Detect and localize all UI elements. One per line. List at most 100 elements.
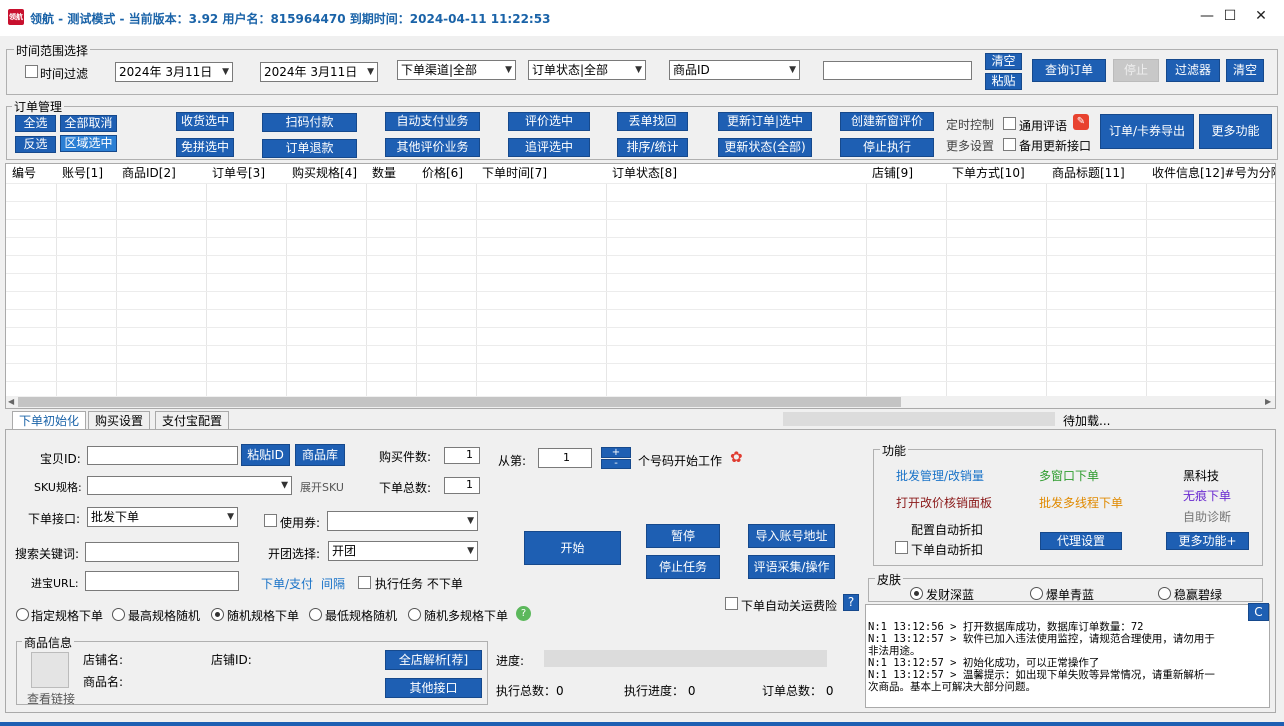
review-selected-button[interactable]: 评价选中 (508, 112, 590, 131)
column-header-shop[interactable]: 店铺[9] (866, 164, 946, 183)
from-input[interactable]: 1 (538, 448, 592, 468)
log-output[interactable]: N:1 13:12:56 > 打开数据库成功，数据库订单数量：72 N:1 13… (865, 604, 1270, 708)
start-date-picker[interactable]: 2024年 3月11日 ▼ (115, 62, 233, 82)
decrement-button[interactable]: - (601, 459, 631, 469)
filter-button[interactable]: 过滤器 (1166, 59, 1220, 82)
paste-button[interactable]: 粘贴 (985, 73, 1022, 90)
group-select[interactable]: 开团 ▼ (328, 541, 478, 561)
column-header-spec[interactable]: 购买规格[4] (286, 164, 366, 183)
export-orders-button[interactable]: 订单/卡券导出 (1100, 114, 1194, 149)
select-all-button[interactable]: 全选 (15, 115, 56, 132)
product-field-select[interactable]: 商品ID ▼ (669, 60, 800, 80)
url-input[interactable] (85, 571, 239, 591)
pause-button[interactable]: 暂停 (646, 524, 720, 548)
order-status-select[interactable]: 订单状态|全部 ▼ (528, 60, 646, 80)
column-header-shipping-info[interactable]: 收件信息[12]#号为分隔 (1146, 164, 1275, 183)
column-header-quantity[interactable]: 数量 (366, 164, 416, 183)
paste-id-button[interactable]: 粘贴ID (241, 444, 290, 466)
skin-radio-1[interactable] (1030, 587, 1043, 600)
qty-input[interactable]: 1 (444, 447, 480, 464)
skip-group-button[interactable]: 免拼选中 (176, 138, 234, 157)
other-review-button[interactable]: 其他评价业务 (385, 138, 480, 157)
tab-order-init[interactable]: 下单初始化 (12, 411, 87, 430)
column-header-product-title[interactable]: 商品标题[11] (1046, 164, 1146, 183)
gear-icon[interactable]: ✿ (730, 449, 743, 465)
sort-stats-button[interactable]: 排序/统计 (617, 138, 688, 157)
region-select-button[interactable]: 区域选中 (60, 135, 117, 152)
tab-alipay-config[interactable]: 支付宝配置 (155, 411, 230, 430)
column-header-order-no[interactable]: 订单号[3] (206, 164, 286, 183)
mode-radio-3[interactable] (309, 608, 322, 621)
question-icon[interactable]: ? (516, 606, 531, 621)
time-filter-checkbox[interactable] (25, 65, 38, 78)
more-functions-button[interactable]: 更多功能 (1199, 114, 1272, 149)
stop-query-button[interactable]: 停止 (1113, 59, 1159, 82)
stop-task-button[interactable]: 停止任务 (646, 555, 720, 579)
stop-execution-button[interactable]: 停止执行 (840, 138, 934, 157)
order-pay-link[interactable]: 下单/支付 (261, 575, 313, 592)
item-id-input[interactable] (87, 446, 238, 465)
edit-icon[interactable]: ✎ (1073, 114, 1089, 130)
price-panel-link[interactable]: 打开改价核销面板 (896, 494, 992, 511)
multithread-order-link[interactable]: 批发多线程下单 (1039, 494, 1123, 511)
search-input[interactable] (823, 61, 972, 80)
horizontal-scrollbar[interactable]: ◀ ▶ (6, 396, 1275, 408)
auto-close-insurance-checkbox[interactable] (725, 597, 738, 610)
channel-select[interactable]: 下单渠道|全部 ▼ (397, 60, 516, 80)
clear-log-button[interactable]: C (1248, 603, 1269, 621)
column-header-account[interactable]: 账号[1] (56, 164, 116, 183)
expand-sku-link[interactable]: 展开SKU (300, 479, 344, 495)
scroll-right-icon[interactable]: ▶ (1265, 397, 1271, 406)
mode-radio-2[interactable] (211, 608, 224, 621)
auto-discount-config[interactable]: 配置自动折扣 (911, 521, 983, 538)
end-date-picker[interactable]: 2024年 3月11日 ▼ (260, 62, 378, 82)
proxy-settings-button[interactable]: 代理设置 (1040, 532, 1122, 550)
use-coupon-checkbox[interactable] (264, 514, 277, 527)
mode-radio-0[interactable] (16, 608, 29, 621)
clear-search-button[interactable]: 清空 (985, 53, 1022, 70)
recover-lost-button[interactable]: 丢单找回 (617, 112, 688, 131)
order-auto-discount-checkbox[interactable] (895, 541, 908, 554)
refund-button[interactable]: 订单退款 (262, 139, 357, 158)
common-review-checkbox[interactable] (1003, 117, 1016, 130)
clear-all-button[interactable]: 清空 (1226, 59, 1264, 82)
mode-radio-1[interactable] (112, 608, 125, 621)
traceless-order-link[interactable]: 无痕下单 (1183, 487, 1231, 504)
import-address-button[interactable]: 导入账号地址 (748, 524, 835, 548)
query-orders-button[interactable]: 查询订单 (1032, 59, 1106, 82)
parse-shop-button[interactable]: 全店解析[荐] (385, 650, 482, 670)
scroll-left-icon[interactable]: ◀ (8, 397, 14, 406)
keyword-input[interactable] (85, 542, 239, 562)
invert-selection-button[interactable]: 反选 (15, 136, 56, 153)
follow-review-button[interactable]: 追评选中 (508, 138, 590, 157)
order-api-select[interactable]: 批发下单 ▼ (87, 507, 238, 527)
batch-manage-link[interactable]: 批发管理/改销量 (896, 467, 984, 484)
scrollbar-thumb[interactable] (18, 397, 901, 407)
self-diagnosis-link[interactable]: 自助诊断 (1183, 508, 1231, 525)
create-review-window-button[interactable]: 创建新窗评价 (840, 112, 934, 131)
total-input[interactable]: 1 (444, 477, 480, 494)
backup-api-checkbox[interactable] (1003, 138, 1016, 151)
tab-purchase-settings[interactable]: 购买设置 (88, 411, 151, 430)
update-status-all-button[interactable]: 更新状态(全部) (718, 138, 812, 157)
more-settings-link[interactable]: 更多设置 (946, 137, 994, 154)
column-header-order-method[interactable]: 下单方式[10] (946, 164, 1046, 183)
update-order-selected-button[interactable]: 更新订单|选中 (718, 112, 812, 131)
orders-table[interactable]: 编号 账号[1] 商品ID[2] 订单号[3] 购买规格[4] 数量 价格[6]… (5, 163, 1276, 409)
more-features-button[interactable]: 更多功能+ (1166, 532, 1249, 550)
increment-button[interactable]: + (601, 447, 631, 458)
interval-link[interactable]: 间隔 (321, 575, 345, 592)
close-button[interactable]: ✕ (1238, 0, 1284, 32)
cancel-all-button[interactable]: 全部取消 (60, 115, 117, 132)
column-header-id[interactable]: 编号 (6, 164, 56, 183)
product-library-button[interactable]: 商品库 (295, 444, 345, 466)
mode-radio-4[interactable] (408, 608, 421, 621)
view-link[interactable]: 查看链接 (27, 690, 75, 707)
confirm-receipt-button[interactable]: 收货选中 (176, 112, 234, 131)
exec-no-order-checkbox[interactable] (358, 576, 371, 589)
column-header-product-id[interactable]: 商品ID[2] (116, 164, 206, 183)
column-header-order-time[interactable]: 下单时间[7] (476, 164, 606, 183)
sku-select[interactable]: ▼ (87, 476, 292, 495)
start-button[interactable]: 开始 (524, 531, 621, 565)
column-header-price[interactable]: 价格[6] (416, 164, 476, 183)
